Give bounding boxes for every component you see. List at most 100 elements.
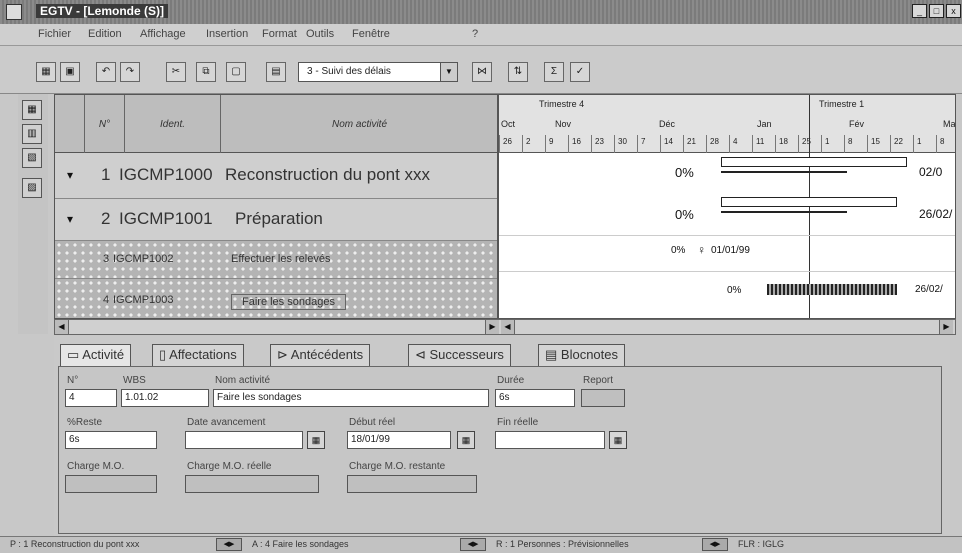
status-nav-arrows[interactable]: ◀▶ [216, 538, 242, 551]
day-tick: 8 [848, 137, 853, 146]
table-row[interactable]: ▾ 1 IGCMP1000 Reconstruction du pont xxx [55, 153, 497, 199]
network-view-icon[interactable]: ▧ [22, 148, 42, 168]
day-tick: 9 [549, 137, 554, 146]
date-avancement-label: Date avancement [187, 417, 266, 428]
wbs-field[interactable]: 1.01.02 [121, 389, 209, 407]
report-field[interactable] [581, 389, 625, 407]
view-select[interactable]: 3 - Suivi des délais [298, 62, 458, 82]
table-row[interactable]: 3 IGCMP1002 Effectuer les relevés [55, 241, 497, 279]
debut-reel-label: Début réel [349, 417, 396, 428]
gantt-bar[interactable] [721, 197, 897, 207]
menu-edition[interactable]: Edition [88, 28, 122, 40]
scroll-left-icon[interactable]: ◀ [55, 320, 69, 334]
fin-reelle-field[interactable] [495, 431, 605, 449]
col-num-header[interactable]: N° [85, 95, 125, 153]
menu-outils[interactable]: Outils [306, 28, 334, 40]
row-num: 2 [101, 209, 111, 228]
gantt-end-date: 02/0 [919, 165, 943, 179]
day-tick: 7 [641, 137, 646, 146]
scroll-right-icon[interactable]: ▶ [485, 320, 499, 334]
gantt-bar[interactable] [721, 157, 907, 167]
filter-icon[interactable]: ⋈ [472, 62, 492, 82]
menu-insertion[interactable]: Insertion [206, 28, 248, 40]
num-field[interactable]: 4 [65, 389, 117, 407]
tab-blocnotes[interactable]: ▤ Blocnotes [538, 344, 625, 366]
title-bar: EGTV - [Lemonde (S)] _ □ x [0, 0, 962, 24]
tab-affectations[interactable]: ▯ Affectations [152, 344, 244, 366]
charge-reelle-field[interactable] [185, 475, 319, 493]
close-button[interactable]: x [946, 4, 961, 18]
menu-help[interactable]: ? [472, 28, 478, 40]
activity-detail-form: ▭ Activité ▯ Affectations ⊳ Antécédents … [54, 336, 950, 536]
view-icon[interactable]: ▤ [266, 62, 286, 82]
table-row[interactable]: 4 IGCMP1003 Faire les sondages [55, 279, 497, 318]
scroll-right-icon[interactable]: ▶ [939, 320, 953, 334]
debut-reel-field[interactable]: 18/01/99 [347, 431, 451, 449]
horizontal-scrollbar[interactable]: ◀ ▶ ◀ ▶ [54, 319, 956, 335]
menu-fichier[interactable]: Fichier [38, 28, 71, 40]
milestone-icon[interactable]: ♀ [697, 243, 706, 257]
date-avancement-field[interactable] [185, 431, 303, 449]
predecessors-icon: ⊳ [277, 347, 291, 362]
charge-restante-field[interactable] [347, 475, 477, 493]
check-icon[interactable]: ✓ [570, 62, 590, 82]
assignments-icon: ▯ [159, 347, 170, 362]
redo-icon[interactable]: ↷ [120, 62, 140, 82]
gantt-bar-baseline [721, 211, 847, 213]
gantt-view-icon[interactable]: ▥ [22, 124, 42, 144]
reste-label: %Reste [67, 417, 103, 428]
calendar-icon[interactable]: ▦ [609, 431, 627, 449]
tab-successeurs[interactable]: ⊲ Successeurs [408, 344, 511, 366]
calendar-icon[interactable]: ▦ [457, 431, 475, 449]
calendar-icon[interactable]: ▦ [307, 431, 325, 449]
paste-icon[interactable]: ▢ [226, 62, 246, 82]
day-tick: 26 [503, 137, 512, 146]
tab-antecedents[interactable]: ⊳ Antécédents [270, 344, 371, 366]
copy-icon[interactable]: ⧉ [196, 62, 216, 82]
gantt-bar[interactable] [767, 284, 897, 295]
month-label: Fév [849, 119, 865, 129]
day-tick: 22 [894, 137, 903, 146]
row-num: 1 [101, 165, 111, 184]
sum-button[interactable]: Σ [544, 62, 564, 82]
tab-activite[interactable]: ▭ Activité [60, 344, 132, 366]
save-icon[interactable]: ▣ [60, 62, 80, 82]
grid-icon[interactable]: ▦ [36, 62, 56, 82]
menu-fenetre[interactable]: Fenêtre [352, 28, 390, 40]
col-code-header[interactable]: Ident. [125, 95, 221, 153]
name-field[interactable]: Faire les sondages [213, 389, 489, 407]
sort-icon[interactable]: ⇅ [508, 62, 528, 82]
row-code: IGCMP1002 [113, 253, 174, 265]
menu-format[interactable]: Format [262, 28, 297, 40]
activity-grid: N° Ident. Nom activité ▾ 1 IGCMP1000 Rec… [54, 94, 498, 319]
chevron-down-icon[interactable]: ▼ [440, 63, 457, 81]
table-row[interactable]: ▾ 2 IGCMP1001 Préparation [55, 199, 497, 241]
gantt-pct: 0% [671, 245, 686, 256]
collapse-icon[interactable]: ▾ [67, 212, 73, 226]
app-icon[interactable] [6, 4, 22, 20]
charge-field[interactable] [65, 475, 157, 493]
undo-icon[interactable]: ↶ [96, 62, 116, 82]
quarter-label: Trimestre 4 [539, 99, 585, 109]
report-view-icon[interactable]: ▨ [22, 178, 42, 198]
grid-header: N° Ident. Nom activité [55, 95, 497, 153]
scroll-left-icon[interactable]: ◀ [501, 320, 515, 334]
collapse-icon[interactable]: ▾ [67, 168, 73, 182]
report-label: Report [583, 375, 614, 386]
status-nav-arrows[interactable]: ◀▶ [460, 538, 486, 551]
status-nav-arrows[interactable]: ◀▶ [702, 538, 728, 551]
cut-icon[interactable]: ✂ [166, 62, 186, 82]
status-flr: FLR : IGLG [738, 539, 785, 549]
row-name[interactable]: Faire les sondages [231, 294, 346, 310]
menu-affichage[interactable]: Affichage [140, 28, 186, 40]
quarter-label: Trimestre 1 [819, 99, 865, 109]
num-label: N° [67, 375, 79, 386]
status-project: P : 1 Reconstruction du pont xxx [10, 539, 140, 549]
minimize-button[interactable]: _ [912, 4, 927, 18]
maximize-button[interactable]: □ [929, 4, 944, 18]
col-name-header[interactable]: Nom activité [221, 95, 497, 153]
duree-field[interactable]: 6s [495, 389, 575, 407]
month-label: Jan [757, 119, 772, 129]
reste-field[interactable]: 6s [65, 431, 157, 449]
table-view-icon[interactable]: ▦ [22, 100, 42, 120]
